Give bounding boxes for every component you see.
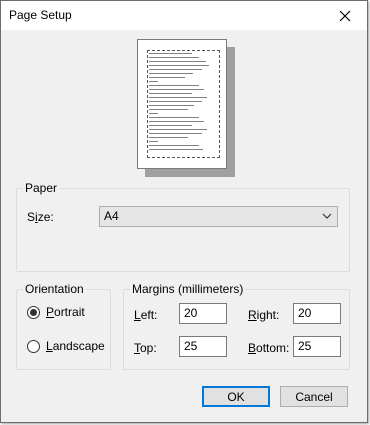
ok-button[interactable]: OK — [202, 386, 270, 407]
portrait-radio-label: Portrait — [46, 305, 85, 319]
orientation-group-label: Orientation — [25, 282, 84, 296]
margin-bottom-input[interactable]: 25 — [293, 336, 341, 357]
margin-left-input[interactable]: 20 — [179, 303, 227, 324]
paper-size-value: A4 — [104, 209, 119, 223]
paper-size-label: Size: — [27, 210, 54, 224]
margin-left-label: Left: — [134, 308, 158, 322]
margins-group-label: Margins (millimeters) — [132, 282, 244, 296]
portrait-radio[interactable]: Portrait — [27, 305, 85, 319]
paper-size-select[interactable]: A4 — [99, 206, 338, 227]
margin-top-label: Top: — [134, 341, 157, 355]
margin-right-label: Right: — [248, 308, 280, 322]
cancel-button[interactable]: Cancel — [280, 386, 348, 407]
page-setup-dialog: Page Setup Paper Size: A4 Orientation Po… — [0, 0, 368, 423]
dialog-title: Page Setup — [9, 8, 72, 22]
title-bar: Page Setup — [1, 1, 367, 30]
margin-bottom-label: Bottom: — [248, 341, 290, 355]
orientation-group: Orientation — [16, 282, 111, 370]
margin-top-input[interactable]: 25 — [179, 336, 227, 357]
close-button[interactable] — [323, 1, 367, 30]
landscape-radio-circle — [27, 339, 40, 353]
margin-right-input[interactable]: 20 — [293, 303, 341, 324]
landscape-radio-label: Landscape — [46, 339, 105, 353]
portrait-radio-circle — [27, 305, 40, 319]
page-preview-margins — [147, 50, 220, 158]
chevron-down-icon — [322, 213, 332, 219]
page-preview — [137, 39, 237, 177]
page-preview-sheet — [137, 39, 227, 169]
paper-group-label: Paper — [25, 181, 58, 195]
close-icon — [339, 10, 351, 21]
landscape-radio[interactable]: Landscape — [27, 339, 105, 353]
